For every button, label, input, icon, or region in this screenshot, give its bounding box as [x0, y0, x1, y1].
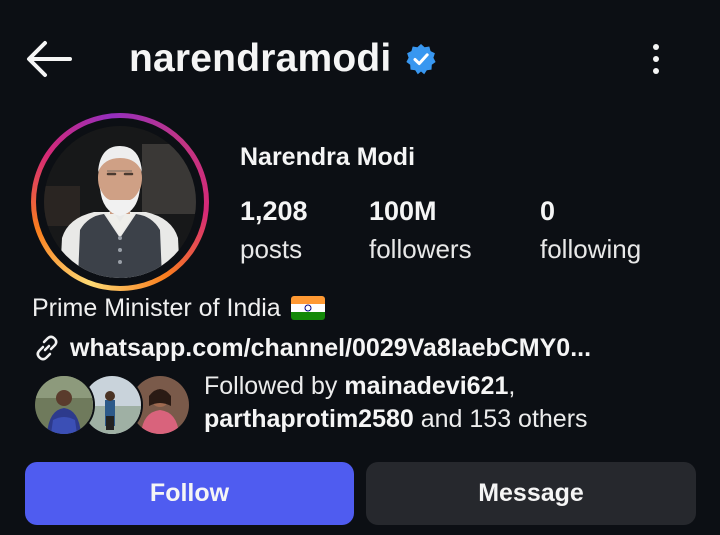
stat-following-value: 0 [540, 196, 556, 226]
more-options-button[interactable] [638, 36, 674, 82]
more-vertical-icon [653, 44, 659, 50]
follow-button-label: Follow [149, 479, 230, 507]
stat-following[interactable]: 0 following [540, 193, 641, 269]
follower-avatar-1-image [35, 376, 93, 434]
message-button-label: Message [478, 479, 584, 507]
profile-bio: Prime Minister of India [32, 290, 325, 326]
stat-posts[interactable]: 1,208 posts [240, 193, 308, 269]
followed-by-prefix: Followed by [204, 372, 345, 400]
profile-username: narendramodi [129, 32, 437, 86]
followed-by-separator: , [508, 372, 516, 400]
follower-avatar-1 [33, 374, 95, 436]
stat-following-label: following [540, 234, 642, 264]
arrow-left-icon [27, 41, 72, 77]
more-vertical-icon-dot [653, 56, 659, 62]
link-text[interactable]: whatsapp.com/channel/0029Va8IaebCMY0... [70, 330, 591, 366]
link-icon [36, 335, 58, 361]
followed-by-user-2[interactable]: parthaprotim2580 [204, 405, 414, 433]
username-text: narendramodi [129, 37, 392, 80]
back-button[interactable] [20, 34, 76, 84]
followed-by-user-1[interactable]: mainadevi621 [344, 372, 508, 400]
profile-avatar[interactable] [31, 113, 209, 291]
more-vertical-icon-dot [653, 68, 659, 74]
stat-posts-label: posts [240, 234, 303, 264]
follow-button[interactable]: Follow [25, 462, 354, 525]
stat-posts-value: 1,208 [240, 196, 308, 226]
mutual-followers-avatars[interactable] [33, 374, 193, 436]
india-flag-icon [290, 296, 325, 320]
followed-by-text[interactable]: Followed by mainadevi621, parthaprotim25… [204, 370, 704, 436]
stat-followers-value: 100M [369, 196, 437, 226]
profile-header: narendramodi [0, 0, 720, 118]
stat-followers[interactable]: 100M followers [369, 193, 472, 269]
verified-badge-icon [406, 44, 437, 75]
bio-text: Prime Minister of India [32, 294, 281, 322]
stat-followers-label: followers [369, 234, 472, 264]
avatar-photo [44, 126, 196, 278]
profile-link[interactable]: whatsapp.com/channel/0029Va8IaebCMY0... [32, 330, 591, 366]
avatar-portrait [44, 126, 196, 278]
message-button[interactable]: Message [366, 462, 696, 525]
followed-by-suffix: and 153 others [413, 405, 588, 433]
profile-display-name: Narendra Modi [240, 143, 416, 171]
